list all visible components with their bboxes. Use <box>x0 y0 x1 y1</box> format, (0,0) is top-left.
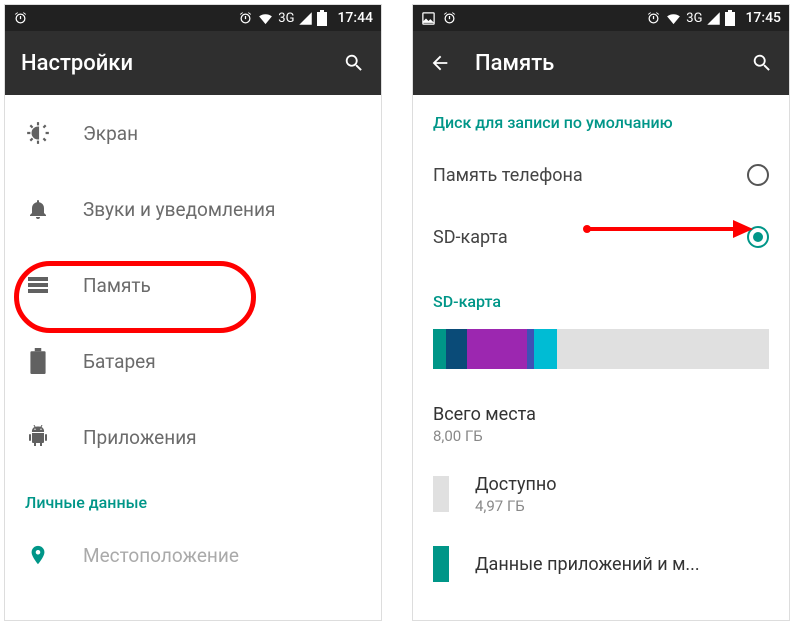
settings-item-label: Батарея <box>83 350 156 373</box>
radio-label: Память телефона <box>433 165 747 186</box>
radio-indicator <box>747 164 769 186</box>
storage-segment <box>534 329 558 369</box>
status-bar: 3G 17:45 <box>413 5 789 31</box>
search-icon[interactable] <box>751 52 773 74</box>
section-header-default-disk: Диск для записи по умолчанию <box>413 95 789 144</box>
storage-segment <box>446 329 466 369</box>
wifi-icon <box>257 10 274 27</box>
network-label: 3G <box>278 11 294 26</box>
swatch-grey <box>433 476 449 512</box>
storage-content: Диск для записи по умолчанию Память теле… <box>413 95 789 599</box>
app-bar-title: Настройки <box>21 51 343 76</box>
settings-item-label: Звуки и уведомления <box>83 198 275 221</box>
alarm-icon <box>238 11 253 26</box>
status-bar: 3G 17:44 <box>5 5 381 31</box>
back-icon[interactable] <box>429 52 451 74</box>
storage-segment <box>527 329 534 369</box>
section-header-sd: SD-карта <box>413 268 789 323</box>
radio-sd-card[interactable]: SD-карта <box>413 206 789 268</box>
battery-icon <box>25 348 51 374</box>
radio-indicator <box>747 226 769 248</box>
storage-total[interactable]: Всего места 8,00 ГБ <box>413 389 789 459</box>
search-icon[interactable] <box>343 52 365 74</box>
alarm-icon <box>442 11 457 26</box>
app-bar: Память <box>413 31 789 95</box>
app-bar-title: Память <box>475 51 751 76</box>
storage-apps[interactable]: Данные приложений и м... <box>413 529 789 599</box>
phone-settings: 3G 17:44 Настройки Экран Звуки и ув <box>4 4 382 621</box>
section-header-personal: Личные данные <box>5 475 381 524</box>
alarm-icon <box>646 11 661 26</box>
android-icon <box>25 424 51 450</box>
storage-available-label: Доступно <box>475 474 557 495</box>
storage-apps-label: Данные приложений и м... <box>475 554 700 575</box>
signal-icon <box>298 11 313 26</box>
wifi-icon <box>665 10 682 27</box>
settings-item-storage[interactable]: Память <box>5 247 381 323</box>
settings-content: Экран Звуки и уведомления Память Батарея… <box>5 95 381 586</box>
app-bar: Настройки <box>5 31 381 95</box>
storage-total-value: 8,00 ГБ <box>433 427 536 445</box>
settings-item-label: Экран <box>83 122 138 145</box>
radio-phone-memory[interactable]: Память телефона <box>413 144 789 206</box>
location-icon <box>25 542 51 568</box>
battery-icon <box>725 10 735 26</box>
storage-icon <box>25 272 51 298</box>
storage-usage-bar <box>433 329 769 369</box>
swatch-teal <box>433 546 449 582</box>
phone-storage: 3G 17:45 Память Диск для записи по умолч… <box>412 4 790 621</box>
storage-total-label: Всего места <box>433 404 536 425</box>
signal-icon <box>706 11 721 26</box>
battery-icon <box>317 10 327 26</box>
bell-icon <box>25 196 51 222</box>
storage-available[interactable]: Доступно 4,97 ГБ <box>413 459 789 529</box>
settings-item-location[interactable]: Местоположение <box>5 524 381 586</box>
settings-item-display[interactable]: Экран <box>5 95 381 171</box>
settings-item-label: Приложения <box>83 426 197 449</box>
status-time: 17:45 <box>745 10 781 26</box>
settings-item-label: Местоположение <box>83 544 239 567</box>
status-time: 17:44 <box>337 10 373 26</box>
storage-segment <box>433 329 446 369</box>
network-label: 3G <box>686 11 702 26</box>
display-icon <box>25 120 51 146</box>
storage-available-value: 4,97 ГБ <box>475 497 557 515</box>
settings-item-apps[interactable]: Приложения <box>5 399 381 475</box>
settings-item-sound[interactable]: Звуки и уведомления <box>5 171 381 247</box>
storage-segment <box>467 329 527 369</box>
settings-item-label: Память <box>83 274 151 297</box>
image-icon <box>421 11 436 26</box>
alarm-icon <box>13 11 28 26</box>
settings-item-battery[interactable]: Батарея <box>5 323 381 399</box>
radio-label: SD-карта <box>433 227 747 248</box>
